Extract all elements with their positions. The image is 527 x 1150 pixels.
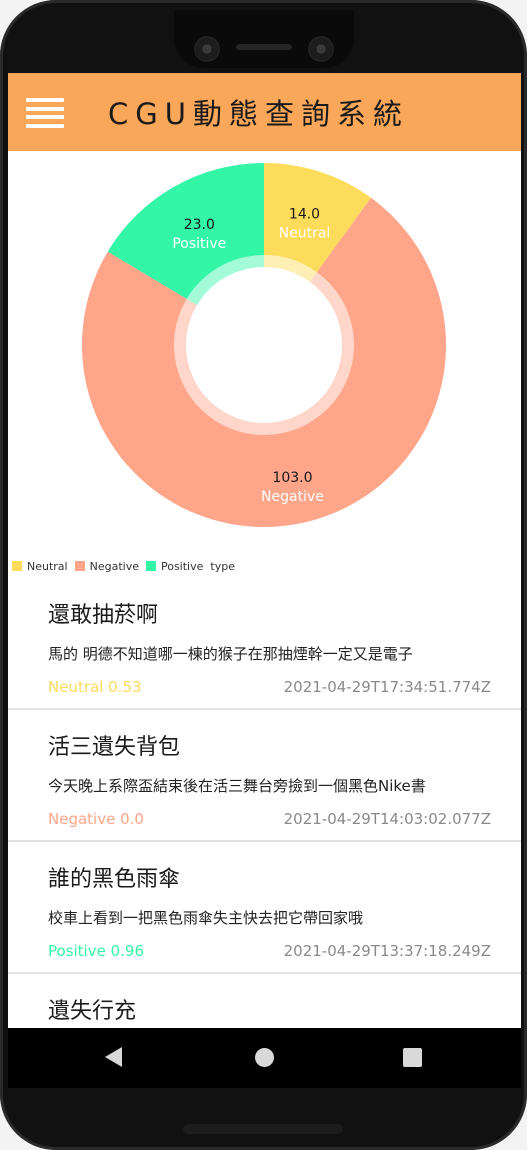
device-notch [174, 10, 354, 68]
post-content: 今天晚上系際盃結束後在活三舞台旁撿到一個黑色Nike書 [48, 777, 426, 795]
post-title: 誰的黑色雨傘 [48, 867, 181, 892]
pie-category-label: Positive [172, 236, 226, 252]
pie-category-label: Neutral [279, 225, 331, 241]
legend-swatch [145, 561, 156, 571]
app-bar: CGU動態查詢系統 [8, 73, 521, 151]
post-content: 校車上看到一把黑色雨傘失主快去把它帶回家哦 [48, 909, 364, 927]
pie-value-label: 23.0 [184, 217, 215, 233]
post-card[interactable]: 遺失行充 [8, 975, 521, 1028]
post-title: 活三遺失背包 [48, 735, 181, 760]
post-title: 遺失行充 [48, 999, 137, 1024]
post-sentiment: Negative 0.0 [48, 810, 144, 828]
menu-line [26, 123, 64, 128]
chart-legend: Neutral Negative Positive type [12, 557, 235, 575]
post-date: 2021-04-29T17:34:51.774Z [283, 678, 491, 696]
legend-label: Negative [89, 559, 139, 573]
app-screen: CGU動態查詢系統 14.0 Neutral 103.0 Negative 23.0 Po… [8, 73, 521, 1028]
hamburger-menu-icon[interactable] [26, 98, 64, 128]
menu-line [26, 98, 64, 102]
legend-swatch [74, 561, 85, 571]
post-sentiment: Positive 0.96 [48, 942, 144, 960]
legend-item-neutral: Neutral [12, 560, 68, 573]
legend-label: Neutral [27, 559, 68, 573]
front-camera-icon [310, 38, 332, 60]
post-content: 馬的 明德不知道哪一棟的猴子在那抽煙幹一定又是電子 [48, 645, 413, 663]
back-icon[interactable] [105, 1047, 122, 1067]
post-card[interactable]: 誰的黑色雨傘 校車上看到一把黑色雨傘失主快去把它帶回家哦 Positive 0.… [8, 843, 521, 974]
legend-title: type [210, 559, 235, 573]
app-title: CGU動態查詢系統 [108, 97, 409, 131]
legend-item-positive: Positive [145, 559, 204, 573]
legend-swatch [12, 561, 22, 571]
post-date: 2021-04-29T13:37:18.249Z [283, 942, 491, 960]
menu-line [26, 106, 64, 111]
post-card[interactable]: 活三遺失背包 今天晚上系際盃結束後在活三舞台旁撿到一個黑色Nike書 Negat… [8, 711, 521, 842]
post-date: 2021-04-29T14:03:02.077Z [283, 810, 491, 828]
pie-value-label: 14.0 [289, 206, 320, 222]
menu-line [26, 115, 64, 120]
system-nav-bar [8, 1028, 521, 1088]
legend-label: Positive [160, 559, 204, 573]
donut-chart-svg: 14.0 Neutral 103.0 Negative 23.0 Positive [82, 163, 447, 527]
pie-value-label: 103.0 [272, 470, 312, 486]
bottom-speaker [183, 1124, 343, 1134]
post-sentiment: Neutral 0.53 [48, 678, 142, 696]
sentiment-donut-chart: 14.0 Neutral 103.0 Negative 23.0 Positive [8, 151, 521, 555]
recent-apps-icon[interactable] [403, 1048, 422, 1067]
phone-frame: CGU動態查詢系統 14.0 Neutral 103.0 Negative 23.0 Po… [0, 0, 527, 1150]
pie-category-label: Negative [261, 489, 324, 505]
legend-item-negative: Negative [74, 559, 139, 573]
front-camera-icon [196, 38, 218, 60]
post-title: 還敢抽菸啊 [48, 603, 159, 628]
earpiece-speaker [236, 44, 292, 50]
post-card[interactable]: 還敢抽菸啊 馬的 明德不知道哪一棟的猴子在那抽煙幹一定又是電子 Neutral … [8, 579, 521, 710]
home-icon[interactable] [255, 1048, 274, 1067]
